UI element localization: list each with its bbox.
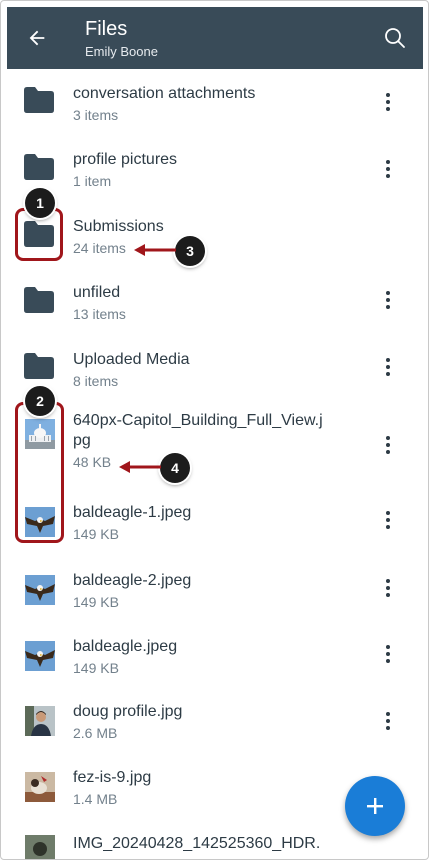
file-text: 640px-Capitol_Building_Full_View.j pg 48… bbox=[73, 411, 373, 471]
eagle-thumbnail bbox=[25, 575, 55, 605]
file-text: baldeagle.jpeg 149 KB bbox=[73, 637, 373, 677]
search-button[interactable] bbox=[381, 24, 409, 52]
file-size: 149 KB bbox=[73, 594, 119, 610]
arrow-left-icon bbox=[29, 30, 45, 46]
file-size: 2.6 MB bbox=[73, 725, 118, 741]
folder-name: Uploaded Media bbox=[73, 351, 190, 368]
add-file-button[interactable] bbox=[345, 776, 405, 836]
file-name: 640px-Capitol_Building_Full_View.j bbox=[73, 412, 323, 429]
folder-text: conversation attachments 3 items bbox=[73, 84, 373, 124]
file-size: 149 KB bbox=[73, 660, 119, 676]
file-row[interactable]: doug profile.jpg 2.6 MB bbox=[7, 689, 423, 755]
folder-row[interactable]: profile pictures 1 item bbox=[7, 135, 423, 201]
more-options-button[interactable] bbox=[377, 354, 399, 380]
file-name: baldeagle-2.jpeg bbox=[73, 572, 192, 589]
more-options-button[interactable] bbox=[377, 507, 399, 533]
highlight-box-thumbnails bbox=[15, 402, 64, 543]
callout-badge-4: 4 bbox=[160, 453, 190, 483]
folder-row[interactable]: conversation attachments 3 items bbox=[7, 69, 423, 135]
folder-name: profile pictures bbox=[73, 151, 178, 168]
file-name: doug profile.jpg bbox=[73, 703, 183, 720]
folder-icon bbox=[24, 353, 54, 379]
photo-thumbnail bbox=[25, 835, 55, 859]
folder-text: Uploaded Media 8 items bbox=[73, 350, 373, 390]
folder-icon bbox=[24, 154, 54, 180]
folder-row[interactable]: Submissions 24 items bbox=[7, 201, 423, 267]
arrow-left-icon bbox=[119, 461, 161, 473]
person-thumbnail bbox=[25, 706, 55, 736]
search-icon bbox=[385, 28, 405, 48]
callout-badge-3: 3 bbox=[175, 236, 205, 266]
folder-text: unfiled 13 items bbox=[73, 283, 373, 323]
back-button[interactable] bbox=[23, 24, 51, 52]
folder-icon bbox=[24, 87, 54, 113]
folder-row[interactable]: unfiled 13 items bbox=[7, 267, 423, 333]
file-name: baldeagle.jpeg bbox=[73, 638, 178, 655]
plus-icon bbox=[367, 798, 383, 814]
folder-text: profile pictures 1 item bbox=[73, 150, 373, 190]
folder-name: Submissions bbox=[73, 218, 164, 235]
file-row[interactable]: 640px-Capitol_Building_Full_View.j pg 48… bbox=[7, 399, 423, 491]
file-row[interactable]: baldeagle.jpeg 149 KB bbox=[7, 623, 423, 689]
file-text: IMG_20240428_142525360_HDR. bbox=[73, 834, 373, 854]
page-subtitle: Emily Boone bbox=[85, 44, 158, 59]
file-size: 149 KB bbox=[73, 526, 119, 542]
file-row[interactable]: baldeagle-2.jpeg 149 KB bbox=[7, 557, 423, 623]
file-name: fez-is-9.jpg bbox=[73, 769, 152, 786]
file-size: 48 KB bbox=[73, 454, 112, 470]
file-text: doug profile.jpg 2.6 MB bbox=[73, 702, 373, 742]
more-options-button[interactable] bbox=[377, 708, 399, 734]
file-row[interactable]: baldeagle-1.jpeg 149 KB bbox=[7, 491, 423, 557]
file-name: IMG_20240428_142525360_HDR. bbox=[73, 835, 321, 852]
more-options-button[interactable] bbox=[377, 432, 399, 458]
file-text: baldeagle-1.jpeg 149 KB bbox=[73, 503, 373, 543]
file-name-continued: pg bbox=[73, 432, 91, 449]
more-options-button[interactable] bbox=[377, 575, 399, 601]
arrow-left-icon bbox=[134, 244, 176, 256]
folder-item-count: 3 items bbox=[73, 107, 119, 123]
folder-icon bbox=[24, 287, 54, 313]
folder-name: unfiled bbox=[73, 284, 121, 301]
file-name: baldeagle-1.jpeg bbox=[73, 504, 192, 521]
more-options-button[interactable] bbox=[377, 641, 399, 667]
more-options-button[interactable] bbox=[377, 156, 399, 182]
folder-item-count: 1 item bbox=[73, 173, 112, 189]
folder-item-count: 24 items bbox=[73, 240, 126, 256]
title-block: Files Emily Boone bbox=[85, 17, 158, 61]
folder-text: Submissions 24 items bbox=[73, 217, 373, 257]
eagle-thumbnail bbox=[25, 641, 55, 671]
file-text: baldeagle-2.jpeg 149 KB bbox=[73, 571, 373, 611]
folder-row[interactable]: Uploaded Media 8 items bbox=[7, 333, 423, 399]
page-title: Files bbox=[85, 18, 128, 40]
folder-item-count: 8 items bbox=[73, 373, 119, 389]
folder-name: conversation attachments bbox=[73, 85, 256, 102]
callout-badge-1: 1 bbox=[25, 188, 55, 218]
files-screen: Files Emily Boone conversation attachmen… bbox=[0, 0, 429, 860]
file-text: fez-is-9.jpg 1.4 MB bbox=[73, 768, 373, 808]
folder-item-count: 13 items bbox=[73, 306, 126, 322]
top-app-bar: Files Emily Boone bbox=[7, 7, 423, 69]
callout-badge-2: 2 bbox=[25, 386, 55, 416]
more-options-button[interactable] bbox=[377, 287, 399, 313]
more-options-button[interactable] bbox=[377, 89, 399, 115]
dog-thumbnail bbox=[25, 772, 55, 802]
file-size: 1.4 MB bbox=[73, 791, 118, 807]
file-list: conversation attachments 3 items profile… bbox=[7, 69, 423, 859]
